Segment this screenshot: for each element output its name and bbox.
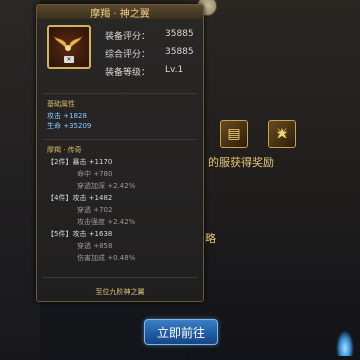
set-line: 攻击强度 +2.42% [77,218,136,226]
set-line: 穿透 +858 [77,242,113,250]
right-background-panel [186,0,360,360]
set-line: 【4件】攻击 +1482 [47,194,113,202]
stat-row-total-score: 综合评分： 35885 [105,47,194,60]
set-line: 伤害加成 +0.48% [77,254,136,262]
route-text: 略 [205,232,216,245]
item-icon-frame: ✕ [47,25,91,69]
divider [43,93,197,94]
base-attributes-heading: 基础属性 [47,100,75,108]
stat-label: 装备评分： [105,32,151,42]
tooltip-footer: 至位九阶神之翼 [95,288,145,296]
set-line: 穿透 +702 [77,206,113,214]
stat-value: 35885 [165,47,194,57]
set-line: 【2件】暴击 +1170 [47,158,113,166]
divider [43,277,197,278]
base-hp-line: 生命 +35209 [47,122,92,130]
set-heading: 摩羯 · 传奇 [47,146,82,154]
left-background-panel [0,0,40,360]
base-attack-line: 攻击 +1828 [47,112,87,120]
reward-text: 的服获得奖励 [208,156,274,169]
stat-value: 35885 [165,29,194,39]
stat-row-equip-score: 装备评分： 35885 [105,29,194,42]
glow-effect-icon [336,330,354,356]
set-line: 【5件】攻击 +1638 [47,230,113,238]
set-line: 穿透加深 +2.42% [77,182,136,190]
set-line: 命中 +780 [77,170,113,178]
item-tooltip: 摩羯 · 神之翼 ✕ 装备评分： 35885 综合评分： 35885 装备等级：… [36,4,204,302]
go-now-button[interactable]: 立即前往 [144,319,218,345]
wings-icon [53,36,83,52]
weapon-reward-icon[interactable]: ★ ⚔ [268,120,296,148]
stat-row-equip-level: 装备等级： Lv.1 [105,65,183,78]
stat-value: Lv.1 [165,65,184,75]
item-grade-icon: ✕ [64,56,74,63]
divider [43,139,197,140]
book-reward-icon[interactable]: ▤ [220,120,248,148]
tooltip-title: 摩羯 · 神之翼 [37,5,203,20]
stat-label: 装备等级： [105,68,151,78]
stat-label: 综合评分： [105,50,151,60]
